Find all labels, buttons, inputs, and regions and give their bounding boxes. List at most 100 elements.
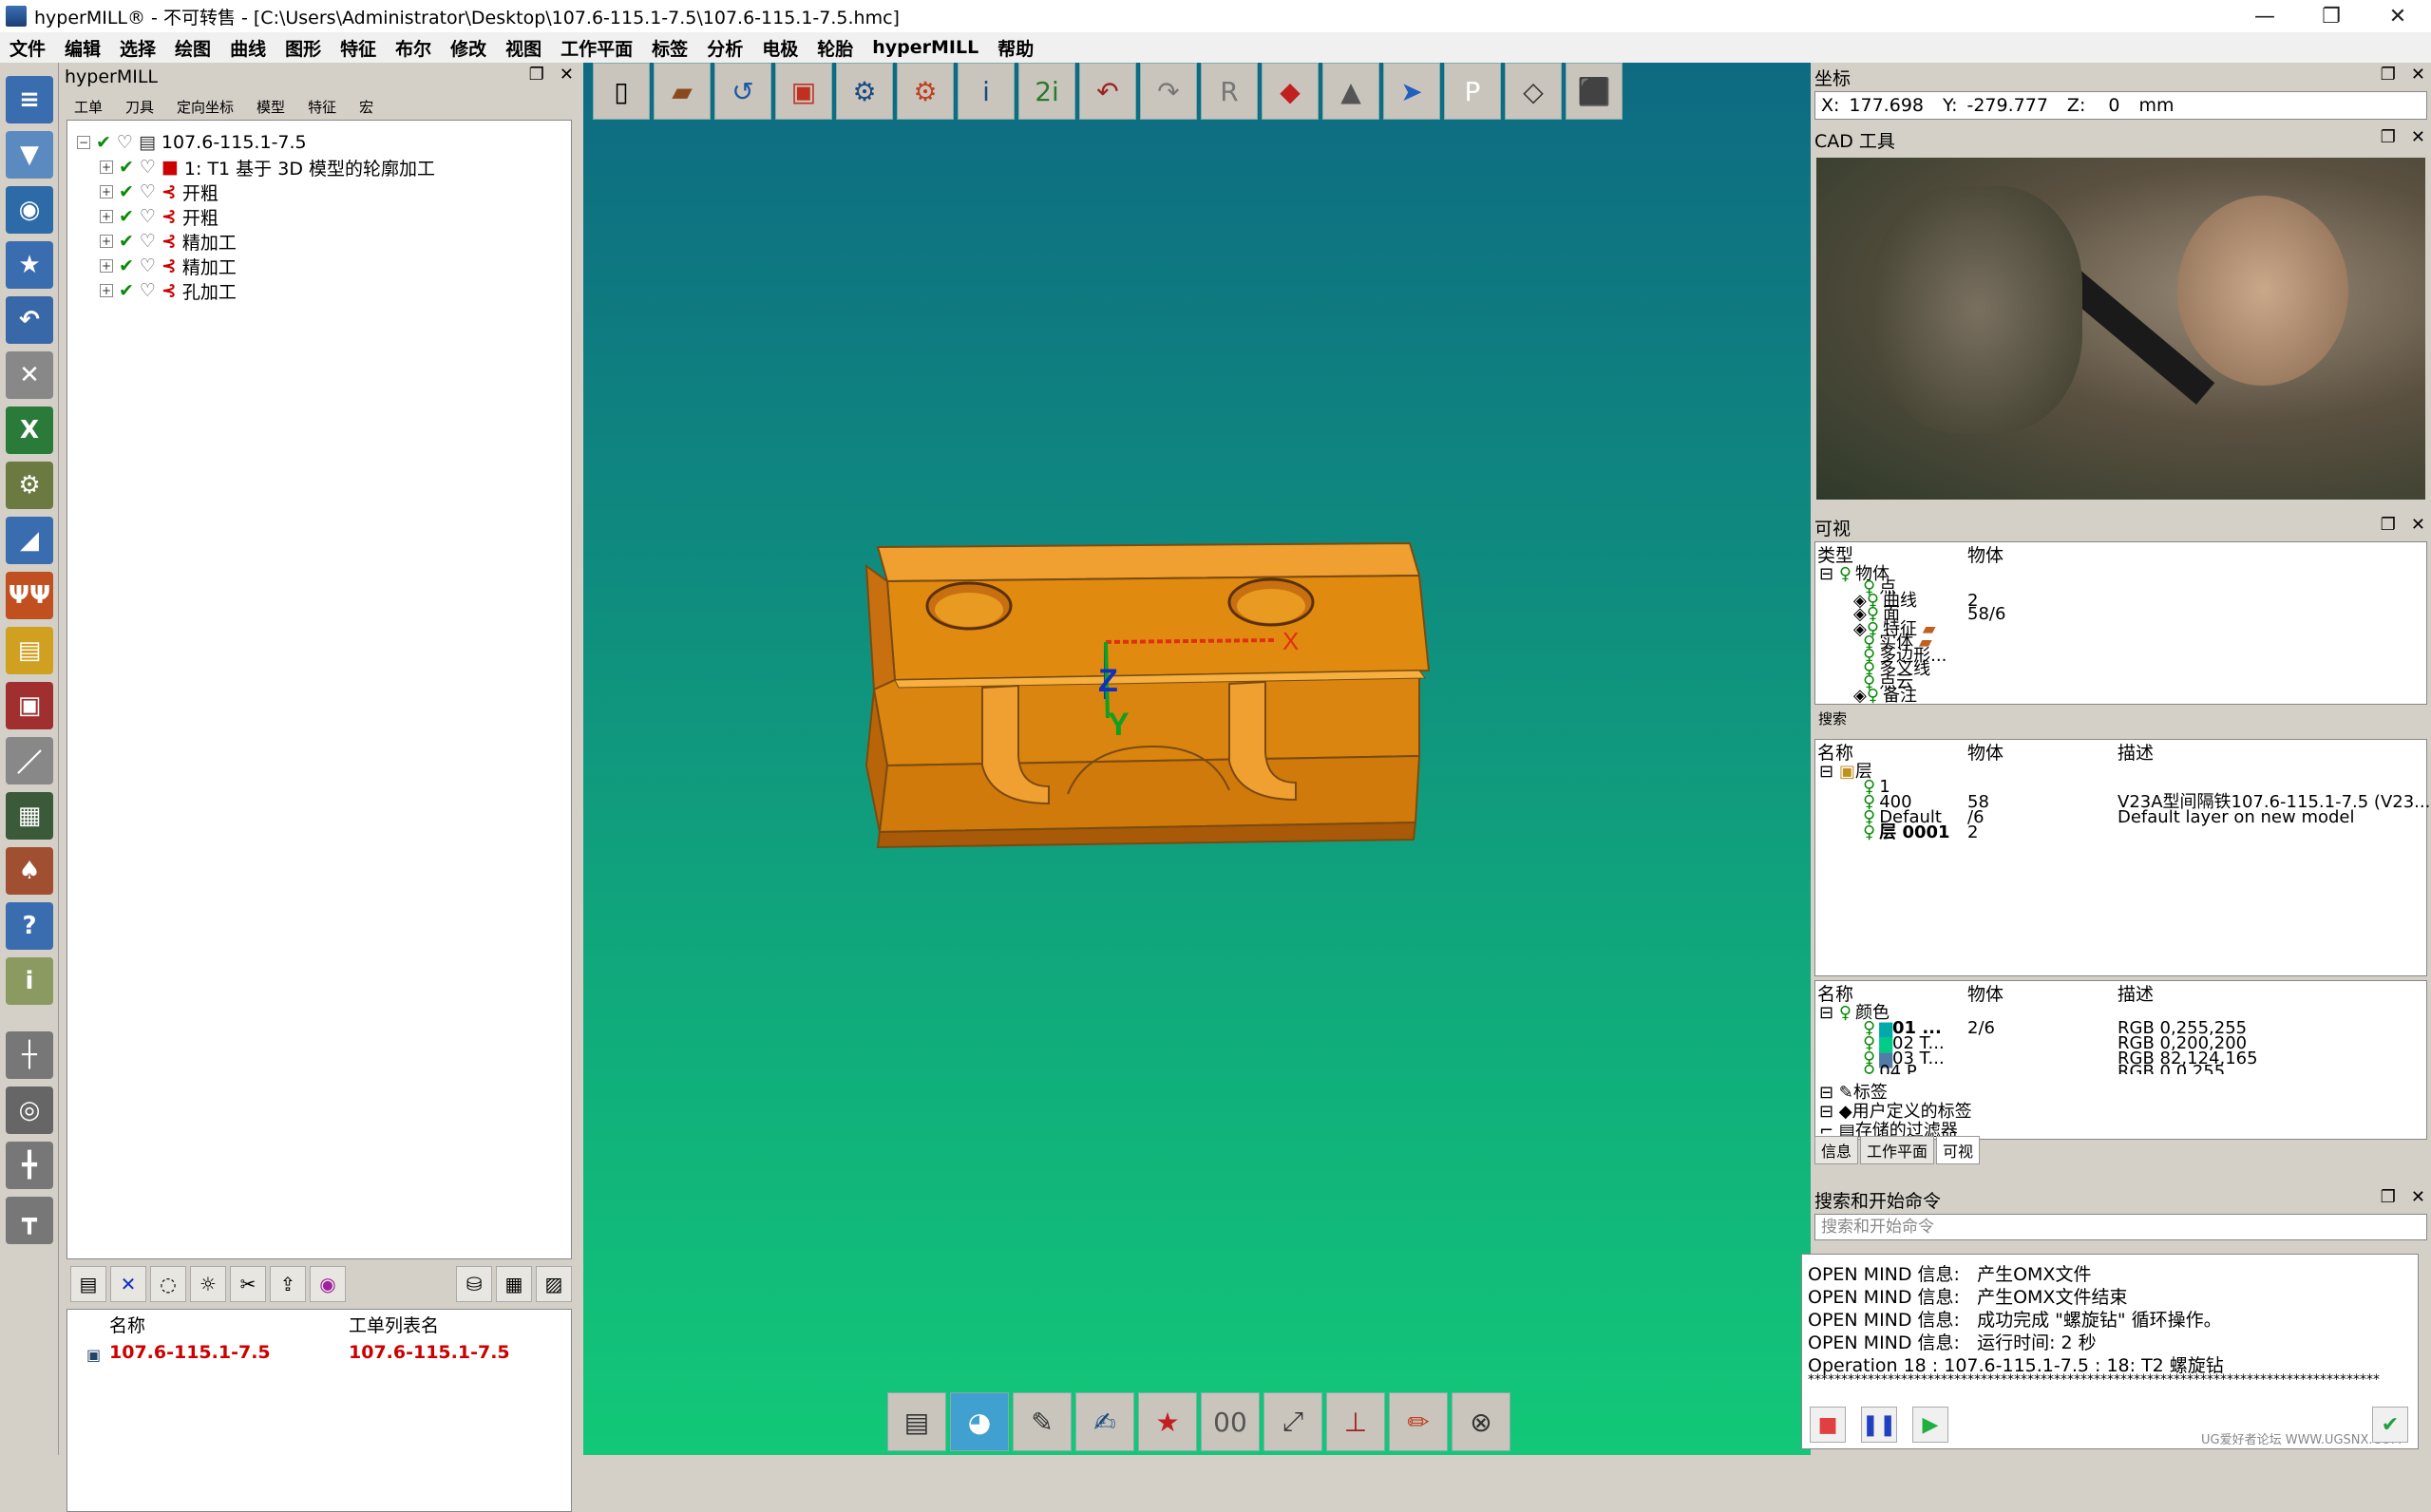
probe-icon[interactable]: ⤢ <box>1263 1392 1322 1451</box>
star-pin-icon[interactable]: ★ <box>1138 1392 1197 1451</box>
cut-icon[interactable]: ✂ <box>230 1266 266 1302</box>
tab-jobs[interactable]: 工单 <box>74 97 103 117</box>
menu-file[interactable]: 文件 <box>9 35 46 61</box>
tab-models[interactable]: 模型 <box>256 97 285 117</box>
tree-item[interactable]: + ✔ ♡ ⊰ 精加工 <box>100 254 237 278</box>
info-list-icon[interactable]: i <box>6 957 53 1005</box>
close-panel-icon[interactable]: ✕ <box>2411 515 2425 535</box>
menu-modify[interactable]: 修改 <box>450 35 486 61</box>
stock-icon[interactable]: ▰ <box>654 63 711 120</box>
dock-icon[interactable]: ❐ <box>2381 1187 2396 1207</box>
simulation-icon[interactable]: ⚙ <box>897 63 954 120</box>
undo-icon[interactable]: ↶ <box>1079 63 1136 120</box>
dock-icon[interactable]: ❐ <box>2381 515 2396 535</box>
diamond-icon[interactable]: ◇ <box>1505 63 1562 120</box>
stack-layers-icon[interactable]: ▤ <box>887 1392 946 1451</box>
p-icon[interactable]: P <box>1444 63 1501 120</box>
info-2-icon[interactable]: 2i <box>1018 63 1075 120</box>
menu-draw[interactable]: 绘图 <box>175 35 211 61</box>
new-file-icon[interactable]: ▯ <box>593 63 650 120</box>
pen-tool-icon[interactable]: ✎ <box>1013 1392 1072 1451</box>
simulate-icon[interactable]: ◉ <box>310 1266 346 1302</box>
col-name[interactable]: 名称 <box>1817 981 1853 1005</box>
menu-curve[interactable]: 曲线 <box>230 35 266 61</box>
collapse-icon[interactable]: − <box>77 136 90 149</box>
close-panel-icon[interactable]: ✕ <box>2411 65 2425 85</box>
confirm-check-icon[interactable]: ✔ <box>2372 1407 2408 1443</box>
hierarchy-icon[interactable]: ♠ <box>6 847 53 895</box>
tab-visibility[interactable]: 可视 <box>1936 1136 1981 1164</box>
menu-boolean[interactable]: 布尔 <box>395 35 431 61</box>
menu-select[interactable]: 选择 <box>120 35 156 61</box>
col-name[interactable]: 名称 <box>109 1312 145 1336</box>
col-objects[interactable]: 物体 <box>1967 542 2004 566</box>
menu-help[interactable]: 帮助 <box>997 35 1034 61</box>
menu-workplane[interactable]: 工作平面 <box>560 35 633 61</box>
highlight-icon[interactable]: ☼ <box>190 1266 226 1302</box>
expand-icon[interactable]: + <box>100 284 113 297</box>
list-item[interactable]: ◈♀ 备注 <box>1853 688 1917 705</box>
list-item[interactable]: ⊟ ✎标签 <box>1819 1085 1888 1102</box>
menu-analysis[interactable]: 分析 <box>707 35 743 61</box>
dock-icon[interactable]: ❐ <box>2381 65 2396 85</box>
expand-icon[interactable]: + <box>100 210 113 223</box>
filter-icon[interactable]: R <box>1201 63 1258 120</box>
grid-icon[interactable]: ▦ <box>6 792 53 840</box>
tab-workplane[interactable]: 工作平面 <box>1860 1136 1935 1164</box>
layers-icon[interactable]: ▤ <box>6 627 53 674</box>
menu-edit[interactable]: 编辑 <box>65 35 101 61</box>
table-row-name[interactable]: 107.6-115.1-7.5 <box>109 1342 271 1363</box>
target-icon[interactable]: ◉ <box>6 186 53 234</box>
tab-tools[interactable]: 刀具 <box>125 97 154 117</box>
tab-frames[interactable]: 定向坐标 <box>177 97 234 117</box>
gear-tool-icon[interactable]: ⚙ <box>6 462 53 509</box>
col-description[interactable]: 描述 <box>2118 740 2154 764</box>
col-type[interactable]: 类型 <box>1817 542 1853 566</box>
solid-icon[interactable]: ◆ <box>1262 63 1319 120</box>
expand-icon[interactable]: + <box>100 259 113 273</box>
lasso-icon[interactable]: ◌ <box>150 1266 186 1302</box>
tree-item[interactable]: + ✔ ♡ ⊰ 精加工 <box>100 229 237 254</box>
tab-macros[interactable]: 宏 <box>359 97 373 117</box>
play-icon[interactable]: ▶ <box>1912 1407 1948 1443</box>
list-item[interactable]: ♀ 层 0001 <box>1863 824 1950 841</box>
col-objects[interactable]: 物体 <box>1967 740 2004 764</box>
slice-icon[interactable]: ╋ <box>6 1142 53 1189</box>
info-icon[interactable]: i <box>958 63 1015 120</box>
disc-icon[interactable]: ◎ <box>6 1087 53 1134</box>
stack-icon[interactable]: ≡ <box>6 76 53 123</box>
report-icon[interactable]: ▨ <box>536 1266 572 1302</box>
menu-view[interactable]: 视图 <box>505 35 541 61</box>
step-icon[interactable]: ┳ <box>6 1197 53 1244</box>
pencil-icon[interactable]: ✏ <box>1389 1392 1448 1451</box>
tree-root[interactable]: − ✔ ♡ ▤ 107.6-115.1-7.5 <box>77 130 307 155</box>
tree-item[interactable]: + ✔ ♡ ⊰ 孔加工 <box>100 278 237 303</box>
expand-icon[interactable]: + <box>100 235 113 248</box>
tab-features[interactable]: 特征 <box>308 97 336 117</box>
command-search-input[interactable]: 搜索和开始命令 <box>1814 1214 2427 1240</box>
measure-icon[interactable]: 00 <box>1201 1392 1260 1451</box>
wrench-icon[interactable]: ／ <box>6 737 53 784</box>
tree-item[interactable]: + ✔ ♡ ⊰ 开粗 <box>100 204 218 229</box>
cone-icon[interactable]: ▲ <box>1322 63 1379 120</box>
excel-icon[interactable]: X <box>6 406 53 454</box>
import-icon[interactable]: ⇪ <box>270 1266 306 1302</box>
star-list-icon[interactable]: ★ <box>6 241 53 289</box>
gear-icon[interactable]: ⚙ <box>836 63 893 120</box>
col-objects[interactable]: 物体 <box>1967 981 2004 1005</box>
arrow-icon[interactable]: ➤ <box>1383 63 1440 120</box>
3d-part-model[interactable]: Z Y X <box>849 519 1457 889</box>
cube-icon[interactable]: ⬛ <box>1566 63 1623 120</box>
brush-icon[interactable]: ✍ <box>1075 1392 1134 1451</box>
new-job-icon[interactable]: ▤ <box>70 1266 106 1302</box>
database-icon[interactable]: ⛁ <box>456 1266 492 1302</box>
surface-icon[interactable]: ◢ <box>6 517 53 564</box>
machine-icon[interactable]: ▣ <box>6 682 53 729</box>
tree-item[interactable]: + ✔ ♡ ■ 1: T1 基于 3D 模型的轮廓加工 <box>100 155 435 180</box>
expand-icon[interactable]: + <box>100 161 113 174</box>
list-item[interactable]: ⊟ ◆用户定义的标签 <box>1819 1104 1972 1121</box>
calculate-icon[interactable]: ↺ <box>714 63 771 120</box>
tree-item[interactable]: + ✔ ♡ ⊰ 开粗 <box>100 180 218 204</box>
undo-arc-icon[interactable]: ↶ <box>6 296 53 344</box>
expand-icon[interactable]: + <box>100 185 113 198</box>
